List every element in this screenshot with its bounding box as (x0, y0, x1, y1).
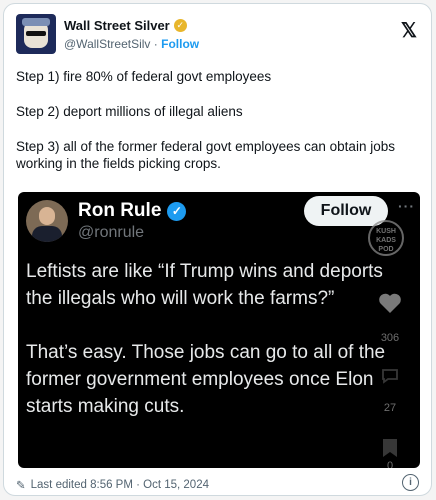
body-line: Step 3) all of the former federal govt e… (16, 139, 395, 171)
embedded-tweet-image[interactable]: Ron Rule ✓ @ronrule Follow ··· KUSH KADS P… (18, 192, 420, 468)
verified-blue-icon: ✓ (167, 201, 187, 221)
tweet-body: Step 1) fire 80% of federal govt employe… (16, 68, 419, 190)
embed-paragraph: Leftists are like “If Trump wins and dep… (26, 261, 383, 309)
embed-author-handle: @ronrule (78, 224, 145, 241)
embed-text: Leftists are like “If Trump wins and dep… (26, 258, 406, 447)
embed-paragraph: That’s easy. Those jobs can go to all of… (26, 342, 386, 417)
comment-icon (370, 368, 410, 389)
follow-link[interactable]: Follow (161, 37, 199, 51)
podcast-watermark-logo: KUSH KADS POD (368, 220, 404, 256)
author-handle[interactable]: @WallStreetSilv (64, 37, 150, 51)
heart-icon (370, 292, 410, 319)
author-avatar[interactable] (16, 14, 56, 54)
info-icon[interactable]: i (402, 474, 419, 491)
author-info: Wall Street Silver ✓ @WallStreetSilv · F… (64, 18, 199, 51)
like-count: 306 (380, 332, 400, 344)
author-name[interactable]: Wall Street Silver (64, 18, 170, 33)
bookmark-count: 27 (383, 402, 397, 414)
body-line: Step 1) fire 80% of federal govt employe… (16, 69, 272, 84)
embed-author-name: Ron Rule (78, 200, 162, 221)
share-count: 0 (386, 460, 394, 468)
tweet-card: Wall Street Silver ✓ @WallStreetSilv · F… (3, 3, 432, 496)
tweet-footer: ✎ Last edited 8:56 PM · Oct 15, 2024 (16, 478, 209, 492)
last-edited-timestamp[interactable]: Last edited 8:56 PM · Oct 15, 2024 (31, 479, 209, 491)
tweet-header: Wall Street Silver ✓ @WallStreetSilv · F… (16, 14, 419, 58)
body-line: Step 2) deport millions of illegal alien… (16, 104, 243, 119)
embed-follow-button: Follow (304, 196, 388, 226)
embed-avatar (26, 200, 68, 242)
more-icon: ··· (398, 198, 415, 214)
verified-gold-icon: ✓ (173, 19, 187, 32)
pencil-icon: ✎ (16, 480, 26, 492)
x-logo-icon[interactable]: 𝕏 (401, 18, 417, 43)
separator: · (153, 37, 158, 51)
